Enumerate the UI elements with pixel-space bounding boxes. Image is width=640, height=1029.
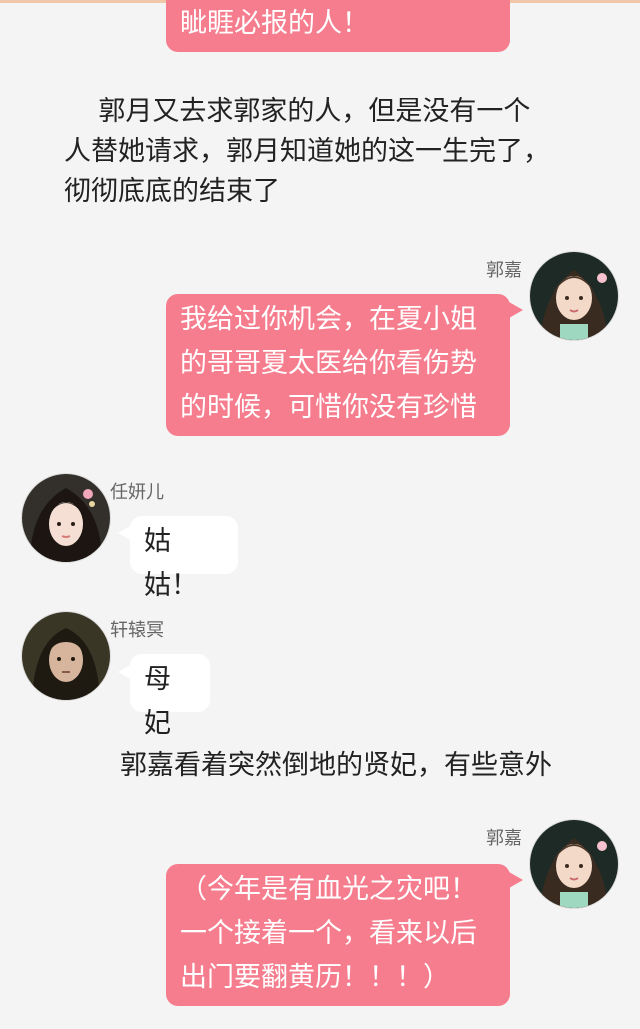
chat-bubble-pink: （今年是有血光之灾吧！ 一个接着一个，看来以后 出门要翻黄历！！！） [166, 864, 510, 1006]
bubble-tail [509, 872, 523, 888]
narration-text: 郭月又去求郭家的人，但是没有一个 人替她请求，郭月知道她的这一生完了， 彻彻底底… [64, 96, 550, 207]
speaker-name: 轩辕冥 [110, 620, 164, 641]
avatar-guojia[interactable] [530, 252, 618, 340]
speaker-name: 郭嘉 [486, 260, 522, 281]
message-text: 我给过你机会，在夏小姐 的哥哥夏太医给你看伤势 的时候，可惜你没有珍惜 [180, 304, 477, 423]
female-portrait-icon [22, 474, 110, 562]
message-text: 姑姑！ [144, 526, 198, 601]
speaker-name: 郭嘉 [486, 828, 522, 849]
chat-bubble-pink: 眦睚必报的人！ [166, 0, 510, 52]
narration-text: 郭嘉看着突然倒地的贤妃，有些意外 [120, 750, 552, 781]
bubble-tail [509, 302, 523, 318]
male-portrait-icon [22, 612, 110, 700]
message-text: （今年是有血光之灾吧！ 一个接着一个，看来以后 出门要翻黄历！！！） [180, 874, 477, 993]
chat-bubble-white: 姑姑！ [130, 516, 238, 601]
message-text: 眦睚必报的人！ [180, 8, 369, 39]
message-text: 母妃 [144, 664, 171, 739]
female-portrait-icon [530, 252, 618, 340]
avatar-guojia[interactable] [530, 820, 618, 908]
avatar-xuanyuanming[interactable] [22, 612, 110, 700]
speaker-name: 任妍儿 [110, 482, 164, 503]
avatar-renyaner[interactable] [22, 474, 110, 562]
chat-bubble-pink: 我给过你机会，在夏小姐 的哥哥夏太医给你看伤势 的时候，可惜你没有珍惜 [166, 294, 510, 436]
female-portrait-icon [530, 820, 618, 908]
chat-bubble-white: 母妃 [130, 654, 210, 739]
